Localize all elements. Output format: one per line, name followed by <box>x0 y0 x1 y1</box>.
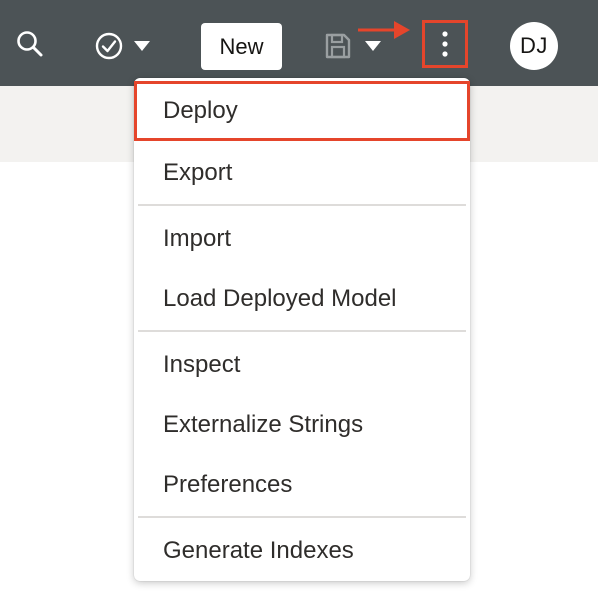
menu-item-export[interactable]: Export <box>134 143 470 203</box>
annotation-arrow-icon <box>358 21 410 39</box>
user-avatar[interactable]: DJ <box>510 22 558 70</box>
validate-button[interactable] <box>88 24 158 68</box>
menu-item-inspect[interactable]: Inspect <box>134 335 470 395</box>
app-page: New DJ Deploy Export Import Load Deploye… <box>0 0 598 608</box>
search-button[interactable] <box>8 22 52 66</box>
new-button[interactable]: New <box>201 23 282 70</box>
menu-item-load-deployed-model[interactable]: Load Deployed Model <box>134 269 470 329</box>
menu-divider <box>138 516 466 518</box>
top-toolbar: New DJ <box>0 0 598 86</box>
menu-item-preferences[interactable]: Preferences <box>134 455 470 515</box>
floppy-disk-icon <box>325 33 351 59</box>
menu-divider <box>138 330 466 332</box>
search-icon <box>17 31 43 57</box>
more-actions-menu: Deploy Export Import Load Deployed Model… <box>134 78 470 581</box>
check-circle-icon <box>95 32 123 60</box>
caret-down-icon <box>134 41 150 51</box>
more-actions-button[interactable] <box>422 20 468 68</box>
menu-divider <box>138 204 466 206</box>
vertical-ellipsis-icon <box>442 31 448 57</box>
menu-item-deploy[interactable]: Deploy <box>134 81 470 141</box>
menu-item-generate-indexes[interactable]: Generate Indexes <box>134 521 470 581</box>
menu-item-externalize-strings[interactable]: Externalize Strings <box>134 395 470 455</box>
menu-item-import[interactable]: Import <box>134 209 470 269</box>
